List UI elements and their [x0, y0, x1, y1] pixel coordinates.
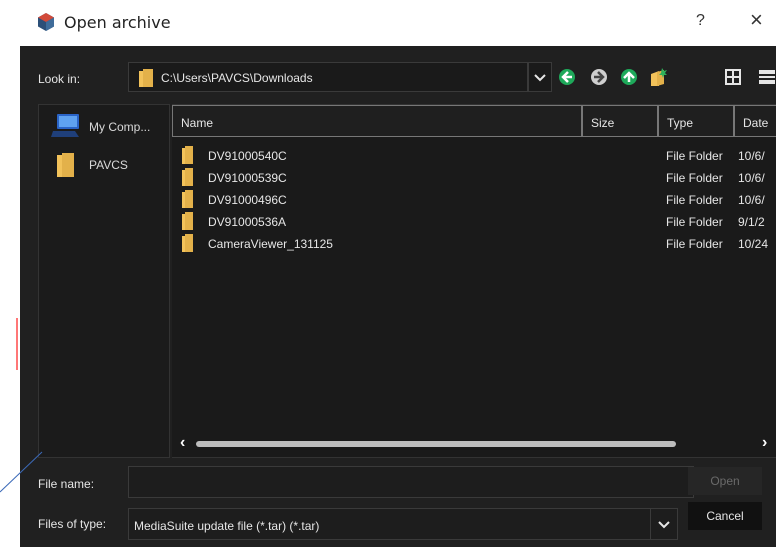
file-name: DV91000540C: [208, 149, 287, 163]
dialog-title: Open archive: [64, 13, 171, 32]
sidebar-item-label: My Comp...: [89, 120, 151, 134]
file-row[interactable]: DV91000540C File Folder 10/6/: [172, 144, 776, 166]
file-date: 10/6/: [738, 171, 765, 185]
close-button[interactable]: ×: [750, 9, 763, 31]
detail-view-icon[interactable]: [756, 66, 776, 88]
title-bar: Open archive ? ×: [20, 0, 776, 46]
files-of-type-select[interactable]: MediaSuite update file (*.tar) (*.tar): [128, 508, 658, 540]
file-row[interactable]: DV91000496C File Folder 10/6/: [172, 188, 776, 210]
file-name: DV91000496C: [208, 193, 287, 207]
folder-icon: [182, 234, 193, 252]
chevron-down-icon: [658, 521, 670, 529]
look-in-path: C:\Users\PAVCS\Downloads: [161, 71, 313, 85]
chevron-down-icon: [534, 74, 546, 82]
folder-icon: [139, 69, 153, 87]
file-name: DV91000539C: [208, 171, 287, 185]
open-archive-dialog: Open archive ? × Look in: C:\Users\PAVCS…: [20, 0, 776, 547]
file-type: File Folder: [666, 149, 723, 163]
file-list: Name Size Type Date DV91000540C File Fol…: [172, 104, 776, 458]
up-arrow-icon[interactable]: [618, 66, 640, 88]
look-in-combobox[interactable]: C:\Users\PAVCS\Downloads: [128, 62, 528, 92]
open-button[interactable]: Open: [688, 467, 762, 495]
column-header-date[interactable]: Date: [734, 105, 776, 137]
file-date: 10/6/: [738, 149, 765, 163]
file-type: File Folder: [666, 171, 723, 185]
forward-arrow-icon[interactable]: [588, 66, 610, 88]
file-date: 9/1/2: [738, 215, 765, 229]
file-type: File Folder: [666, 237, 723, 251]
sidebar-item-pavcs[interactable]: PAVCS: [51, 149, 169, 179]
file-row[interactable]: DV91000539C File Folder 10/6/: [172, 166, 776, 188]
scroll-left-icon[interactable]: ‹: [180, 434, 185, 452]
file-row[interactable]: DV91000536A File Folder 9/1/2: [172, 210, 776, 232]
column-header-size[interactable]: Size: [582, 105, 658, 137]
column-header-type[interactable]: Type: [658, 105, 734, 137]
file-name-input[interactable]: [128, 466, 694, 498]
folder-icon: [182, 212, 193, 230]
back-arrow-icon[interactable]: [556, 66, 578, 88]
files-of-type-label: Files of type:: [38, 517, 107, 531]
sidebar-item-label: PAVCS: [89, 158, 128, 172]
cancel-button[interactable]: Cancel: [688, 502, 762, 530]
files-of-type-dropdown-button[interactable]: [650, 508, 678, 540]
column-header-name[interactable]: Name: [172, 105, 582, 137]
file-type: File Folder: [666, 215, 723, 229]
file-row[interactable]: CameraViewer_131125 File Folder 10/24: [172, 232, 776, 254]
folder-icon: [182, 146, 193, 164]
files-of-type-value: MediaSuite update file (*.tar) (*.tar): [134, 519, 320, 533]
scroll-right-icon[interactable]: ›: [762, 434, 767, 452]
folder-icon: [182, 190, 193, 208]
file-name: CameraViewer_131125: [208, 237, 333, 251]
annotation-line: [0, 451, 43, 493]
horizontal-scrollbar[interactable]: ‹ ›: [172, 431, 776, 455]
file-type: File Folder: [666, 193, 723, 207]
file-date: 10/24: [738, 237, 769, 251]
folder-icon: [182, 168, 193, 186]
scrollbar-thumb[interactable]: [196, 441, 676, 447]
look-in-dropdown-button[interactable]: [528, 62, 552, 92]
file-name: DV91000536A: [208, 215, 287, 229]
file-date: 10/6/: [738, 193, 765, 207]
list-view-icon[interactable]: [722, 66, 744, 88]
sidebar-item-my-computer[interactable]: My Comp...: [51, 111, 169, 141]
new-folder-icon[interactable]: [648, 66, 670, 88]
help-button[interactable]: ?: [696, 12, 705, 30]
